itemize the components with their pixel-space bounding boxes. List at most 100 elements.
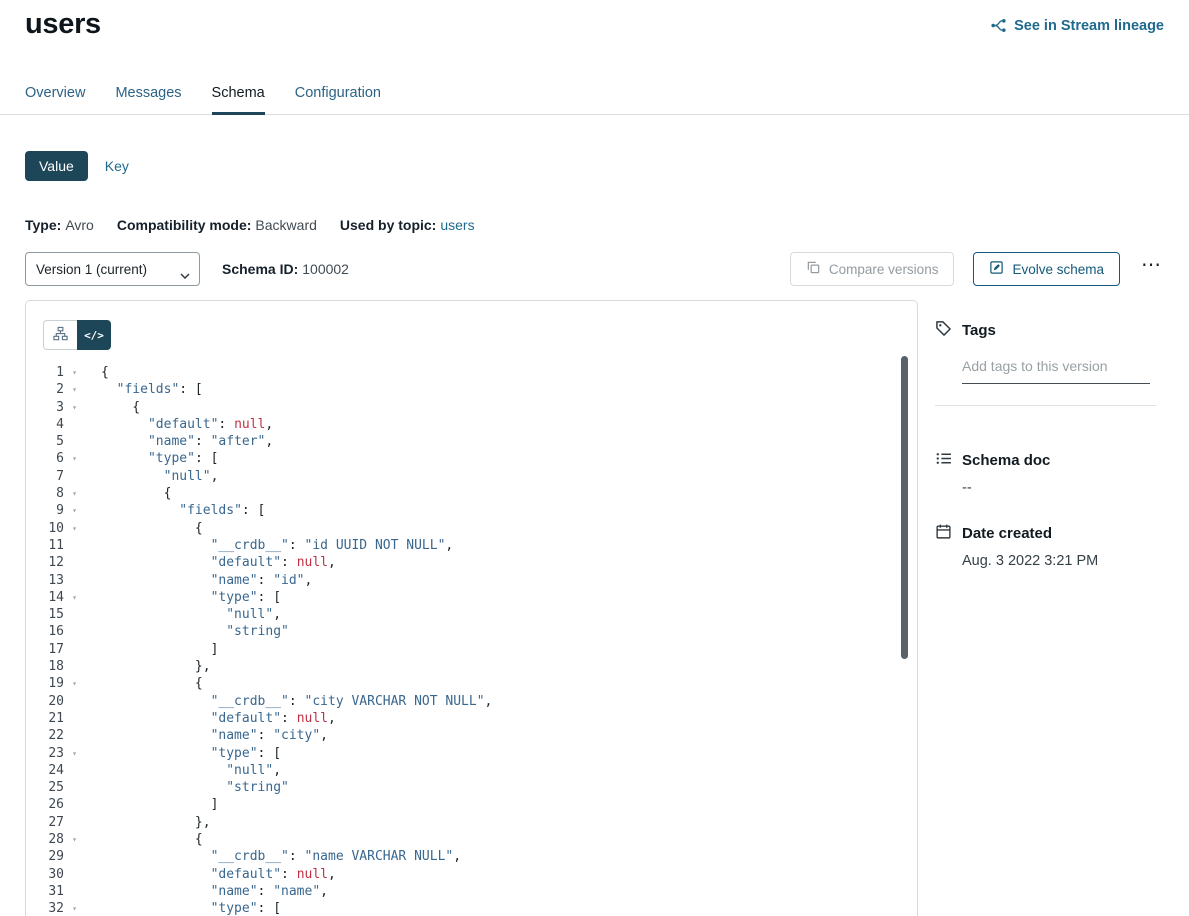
line-number: 29 bbox=[26, 848, 64, 865]
line-number: 3 bbox=[26, 399, 64, 416]
code-view-button[interactable]: </> bbox=[77, 320, 111, 350]
line-number: 17 bbox=[26, 641, 64, 658]
tab-overview[interactable]: Overview bbox=[25, 85, 85, 114]
code-text: { bbox=[80, 364, 109, 381]
fold-toggle-icon[interactable]: ▾ bbox=[64, 450, 80, 467]
tab-bar: Overview Messages Schema Configuration bbox=[0, 85, 1189, 115]
more-actions-button[interactable]: ⋯ bbox=[1139, 260, 1164, 278]
value-toggle-button[interactable]: Value bbox=[25, 151, 88, 181]
type-label: Type: bbox=[25, 217, 61, 233]
line-number: 24 bbox=[26, 762, 64, 779]
fold-toggle-icon bbox=[64, 606, 80, 623]
code-text: "null", bbox=[80, 468, 218, 485]
code-text: "__crdb__": "name VARCHAR NULL", bbox=[80, 848, 461, 865]
schema-id-value: 100002 bbox=[302, 261, 349, 277]
code-line: 20 "__crdb__": "city VARCHAR NOT NULL", bbox=[26, 693, 917, 710]
code-line: 26 ] bbox=[26, 796, 917, 813]
fold-toggle-icon[interactable]: ▾ bbox=[64, 831, 80, 848]
tab-messages[interactable]: Messages bbox=[115, 85, 181, 114]
evolve-schema-button[interactable]: Evolve schema bbox=[973, 252, 1120, 286]
compare-versions-button[interactable]: Compare versions bbox=[790, 252, 955, 286]
fold-toggle-icon bbox=[64, 848, 80, 865]
fold-toggle-icon bbox=[64, 572, 80, 589]
code-line: 10▾ { bbox=[26, 520, 917, 537]
fold-toggle-icon[interactable]: ▾ bbox=[64, 900, 80, 916]
fold-toggle-icon[interactable]: ▾ bbox=[64, 502, 80, 519]
fold-toggle-icon[interactable]: ▾ bbox=[64, 675, 80, 692]
code-text: "null", bbox=[80, 762, 281, 779]
date-created-title: Date created bbox=[962, 525, 1052, 542]
line-number: 4 bbox=[26, 416, 64, 433]
code-line: 23▾ "type": [ bbox=[26, 745, 917, 762]
line-number: 25 bbox=[26, 779, 64, 796]
code-text: "name": "id", bbox=[80, 572, 312, 589]
evolve-schema-label: Evolve schema bbox=[1012, 262, 1104, 277]
code-text: { bbox=[80, 675, 203, 692]
code-text: }, bbox=[80, 658, 211, 675]
schema-doc-section: Schema doc -- bbox=[935, 450, 1164, 496]
fold-toggle-icon[interactable]: ▾ bbox=[64, 589, 80, 606]
tab-schema[interactable]: Schema bbox=[212, 85, 265, 114]
stream-lineage-link[interactable]: See in Stream lineage bbox=[990, 17, 1164, 34]
tab-configuration[interactable]: Configuration bbox=[295, 85, 381, 114]
topic-meta: Used by topic:users bbox=[340, 217, 475, 233]
code-line: 1▾{ bbox=[26, 364, 917, 381]
schema-editor-panel: </> 1▾{2▾ "fields": [3▾ {4 "default": nu… bbox=[25, 300, 918, 916]
fold-toggle-icon bbox=[64, 779, 80, 796]
code-line: 15 "null", bbox=[26, 606, 917, 623]
code-line: 17 ] bbox=[26, 641, 917, 658]
line-number: 31 bbox=[26, 883, 64, 900]
version-select[interactable]: Version 1 (current) bbox=[25, 252, 200, 286]
page-header: users See in Stream lineage bbox=[0, 0, 1189, 41]
fold-toggle-icon[interactable]: ▾ bbox=[64, 520, 80, 537]
compare-icon bbox=[806, 260, 821, 278]
code-text: { bbox=[80, 520, 203, 537]
code-line: 5 "name": "after", bbox=[26, 433, 917, 450]
editor-scrollbar[interactable] bbox=[901, 356, 908, 659]
code-text: "fields": [ bbox=[80, 381, 203, 398]
tree-view-button[interactable] bbox=[43, 320, 77, 350]
code-line: 6▾ "type": [ bbox=[26, 450, 917, 467]
code-text: "name": "name", bbox=[80, 883, 328, 900]
fold-toggle-icon[interactable]: ▾ bbox=[64, 364, 80, 381]
key-toggle-button[interactable]: Key bbox=[88, 151, 146, 181]
type-value: Avro bbox=[65, 217, 94, 233]
fold-toggle-icon bbox=[64, 883, 80, 900]
code-line: 27 }, bbox=[26, 814, 917, 831]
code-text: "name": "city", bbox=[80, 727, 328, 744]
fold-toggle-icon bbox=[64, 796, 80, 813]
fold-toggle-icon[interactable]: ▾ bbox=[64, 399, 80, 416]
line-number: 12 bbox=[26, 554, 64, 571]
line-number: 10 bbox=[26, 520, 64, 537]
topic-link[interactable]: users bbox=[440, 217, 474, 233]
code-line: 7 "null", bbox=[26, 468, 917, 485]
code-text: "__crdb__": "city VARCHAR NOT NULL", bbox=[80, 693, 492, 710]
fold-toggle-icon bbox=[64, 814, 80, 831]
schema-main: </> 1▾{2▾ "fields": [3▾ {4 "default": nu… bbox=[25, 300, 1164, 916]
code-view-icon: </> bbox=[84, 329, 104, 342]
fold-toggle-icon bbox=[64, 554, 80, 571]
line-number: 16 bbox=[26, 623, 64, 640]
editor-view-toggle: </> bbox=[43, 320, 917, 350]
line-number: 11 bbox=[26, 537, 64, 554]
line-number: 2 bbox=[26, 381, 64, 398]
fold-toggle-icon[interactable]: ▾ bbox=[64, 745, 80, 762]
code-text: "type": [ bbox=[80, 450, 218, 467]
code-line: 11 "__crdb__": "id UUID NOT NULL", bbox=[26, 537, 917, 554]
code-line: 14▾ "type": [ bbox=[26, 589, 917, 606]
stream-lineage-label: See in Stream lineage bbox=[1014, 18, 1164, 34]
code-line: 2▾ "fields": [ bbox=[26, 381, 917, 398]
tags-input[interactable] bbox=[962, 356, 1150, 384]
code-line: 12 "default": null, bbox=[26, 554, 917, 571]
code-line: 29 "__crdb__": "name VARCHAR NULL", bbox=[26, 848, 917, 865]
compatibility-label: Compatibility mode: bbox=[117, 217, 252, 233]
line-number: 30 bbox=[26, 866, 64, 883]
code-text: { bbox=[80, 485, 171, 502]
fold-toggle-icon[interactable]: ▾ bbox=[64, 485, 80, 502]
compare-versions-label: Compare versions bbox=[829, 262, 939, 277]
schema-actions: Compare versions Evolve schema ⋯ bbox=[790, 252, 1164, 286]
fold-toggle-icon[interactable]: ▾ bbox=[64, 381, 80, 398]
fold-toggle-icon bbox=[64, 710, 80, 727]
fold-toggle-icon bbox=[64, 727, 80, 744]
code-line: 19▾ { bbox=[26, 675, 917, 692]
